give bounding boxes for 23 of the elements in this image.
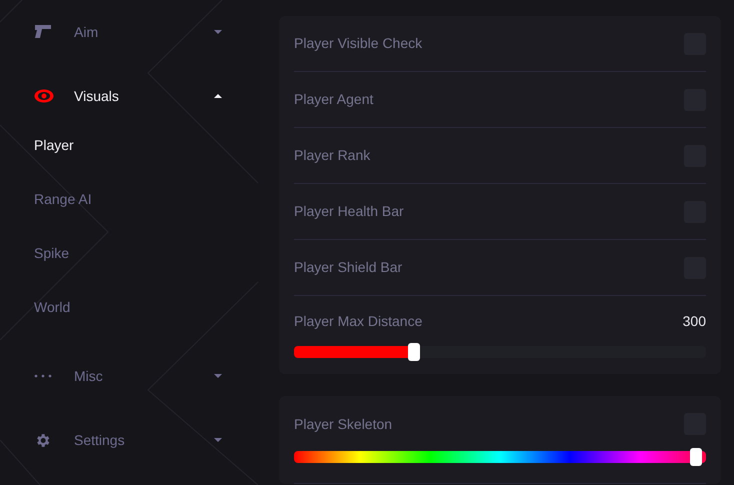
- submenu-item[interactable]: Player: [34, 134, 74, 156]
- option-label: Player Max Distance: [294, 312, 422, 331]
- settings-icon: [34, 432, 51, 448]
- slider-track[interactable]: [294, 346, 706, 358]
- dots-icon: [34, 374, 52, 378]
- submenu-item[interactable]: Spike: [34, 242, 70, 264]
- option-label: Player Rank: [294, 146, 370, 165]
- option-label: Player Visible Check: [294, 34, 422, 53]
- value-readout: 300: [682, 312, 706, 331]
- submenu-item[interactable]: Range AI: [34, 188, 92, 210]
- menu-item[interactable]: Aim: [74, 22, 214, 42]
- menu-item[interactable]: Misc: [74, 366, 214, 386]
- option-label: Player Health Bar: [294, 202, 404, 221]
- eye-icon: [34, 89, 54, 103]
- option-label: Player Skeleton: [294, 414, 392, 434]
- color-slider-track[interactable]: [294, 451, 706, 463]
- option-label: Player Agent: [294, 90, 374, 109]
- submenu-item[interactable]: World: [34, 296, 70, 318]
- option-label: Player Shield Bar: [294, 258, 402, 277]
- menu-item[interactable]: Settings: [74, 430, 214, 450]
- slider-thumb[interactable]: [408, 343, 420, 361]
- slider-thumb[interactable]: [690, 448, 702, 466]
- menu-item[interactable]: Visuals: [74, 86, 214, 106]
